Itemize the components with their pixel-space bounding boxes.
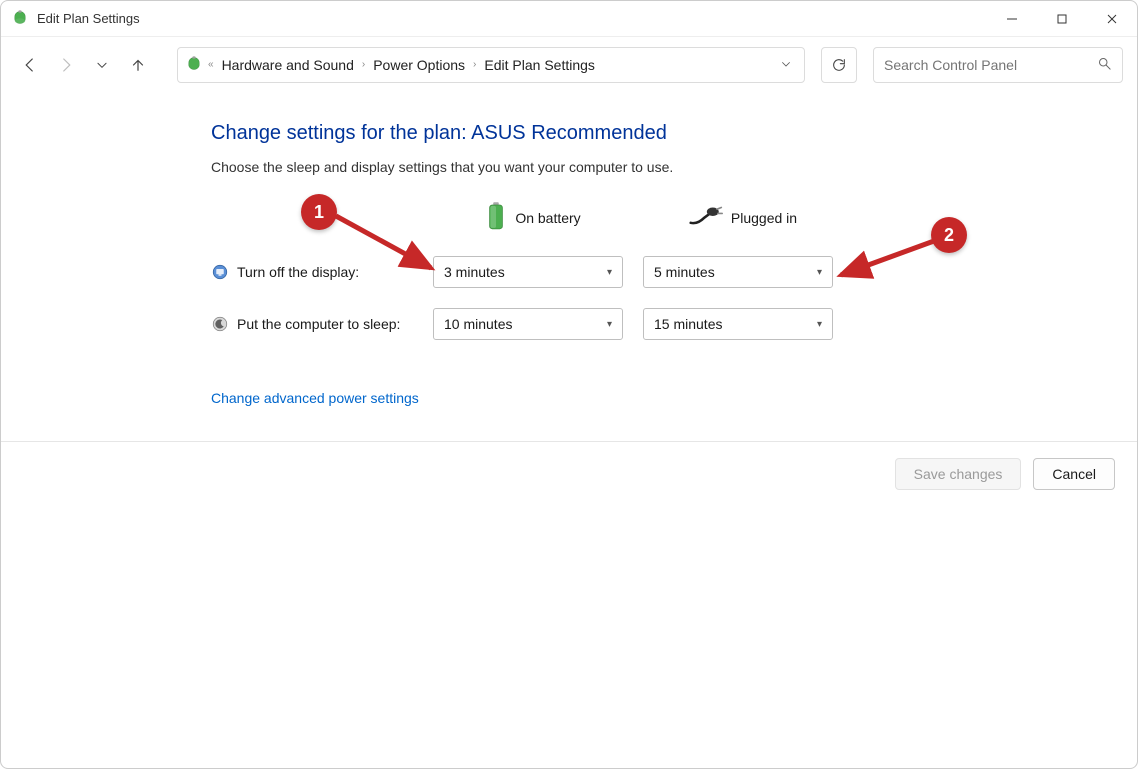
search-input[interactable] (884, 57, 1097, 73)
address-bar[interactable]: « Hardware and Sound › Power Options › E… (177, 47, 805, 83)
row-label-display: Turn off the display: (237, 264, 359, 280)
column-label: Plugged in (731, 210, 797, 226)
content-area: Change settings for the plan: ASUS Recom… (1, 92, 1137, 406)
sleep-plugged-select[interactable]: 15 minutes ▾ (643, 308, 833, 340)
maximize-button[interactable] (1037, 1, 1087, 37)
search-icon[interactable] (1097, 56, 1112, 74)
advanced-settings-link[interactable]: Change advanced power settings (211, 390, 419, 406)
row-label-sleep: Put the computer to sleep: (237, 316, 400, 332)
cancel-button[interactable]: Cancel (1033, 458, 1115, 490)
display-plugged-select[interactable]: 5 minutes ▾ (643, 256, 833, 288)
titlebar: Edit Plan Settings (1, 1, 1137, 37)
recent-dropdown[interactable] (87, 50, 117, 80)
toolbar: « Hardware and Sound › Power Options › E… (1, 37, 1137, 92)
battery-icon (485, 201, 507, 234)
breadcrumb-item[interactable]: Edit Plan Settings (478, 57, 601, 73)
display-icon (211, 263, 229, 281)
search-box[interactable] (873, 47, 1123, 83)
select-value: 10 minutes (444, 316, 512, 332)
select-value: 15 minutes (654, 316, 722, 332)
save-button[interactable]: Save changes (895, 458, 1022, 490)
plug-icon (689, 205, 723, 230)
sleep-icon (211, 315, 229, 333)
address-icon (184, 55, 204, 75)
footer-buttons: Save changes Cancel (1, 441, 1137, 506)
forward-button[interactable] (51, 50, 81, 80)
chevron-right-icon: › (471, 59, 478, 70)
chevron-right-icon: › (360, 59, 367, 70)
annotation-badge-1: 1 (301, 194, 337, 230)
back-button[interactable] (15, 50, 45, 80)
chevron-down-icon: ▾ (817, 319, 822, 330)
column-label: On battery (515, 210, 580, 226)
close-button[interactable] (1087, 1, 1137, 37)
up-button[interactable] (123, 50, 153, 80)
display-battery-select[interactable]: 3 minutes ▾ (433, 256, 623, 288)
breadcrumb-item[interactable]: Hardware and Sound (216, 57, 360, 73)
sleep-battery-select[interactable]: 10 minutes ▾ (433, 308, 623, 340)
chevron-down-icon: ▾ (817, 267, 822, 278)
select-value: 5 minutes (654, 264, 715, 280)
breadcrumb-item[interactable]: Power Options (367, 57, 471, 73)
chevron-down-icon: ▾ (607, 267, 612, 278)
app-icon (11, 10, 29, 28)
minimize-button[interactable] (987, 1, 1037, 37)
window-title: Edit Plan Settings (37, 11, 140, 26)
page-title: Change settings for the plan: ASUS Recom… (211, 122, 1137, 145)
refresh-button[interactable] (821, 47, 857, 83)
breadcrumb-overflow[interactable]: « (206, 59, 216, 70)
chevron-down-icon: ▾ (607, 319, 612, 330)
address-dropdown[interactable] (780, 57, 792, 73)
page-subtext: Choose the sleep and display settings th… (211, 159, 1137, 175)
column-plugged-in: Plugged in (643, 201, 843, 234)
select-value: 3 minutes (444, 264, 505, 280)
annotation-badge-2: 2 (931, 217, 967, 253)
column-on-battery: On battery (433, 201, 633, 234)
